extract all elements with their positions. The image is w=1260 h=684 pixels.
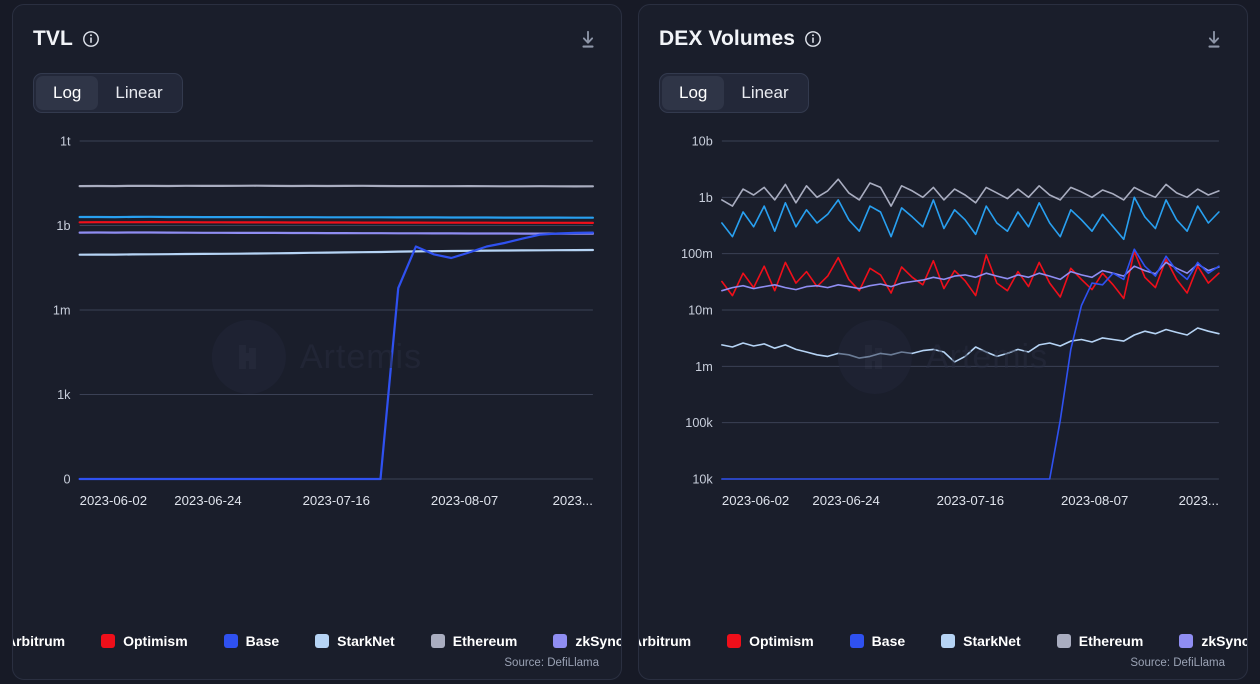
page-title: TVL — [33, 27, 73, 50]
toggle-log[interactable]: Log — [662, 76, 725, 110]
x-tick-label: 2023-06-24 — [812, 493, 879, 508]
y-tick-label: 10k — [692, 473, 713, 487]
legend-swatch — [849, 633, 864, 648]
series-line-base — [78, 231, 595, 481]
series-line-optimism — [78, 221, 595, 224]
source-label: Source: DefiLlama — [1130, 657, 1225, 669]
y-tick-label: 10m — [688, 304, 713, 318]
page-title: DEX Volumes — [659, 27, 796, 50]
scale-toggle-dex[interactable]: Log Linear — [659, 73, 809, 113]
legend-item-zksync-era[interactable]: zkSync Era — [1179, 630, 1248, 651]
legend-label: Optimism — [749, 632, 814, 649]
dashboard-root: TVL Log Linear Artemis 1t 1b 1m 1k 0 2023-06-… — [0, 0, 1260, 684]
legend-swatch — [727, 633, 742, 648]
legend-item-starknet[interactable]: StarkNet — [315, 630, 395, 651]
y-tick-label: 0 — [63, 473, 70, 487]
legend-swatch — [553, 633, 568, 648]
legend-swatch — [101, 633, 116, 648]
legend-item-ethereum[interactable]: Ethereum — [430, 630, 518, 651]
legend-label: Base — [871, 632, 906, 649]
legend-label: StarkNet — [963, 632, 1021, 649]
dex-volumes-plot: Artemis 10b 1b 100m 10m 1m 100k 10k 2023-06-02 2… — [659, 127, 1227, 628]
series-line-starknet — [721, 327, 1220, 363]
x-tick-label: 2023-06-02 — [80, 493, 147, 508]
toggle-linear[interactable]: Linear — [724, 76, 805, 110]
x-tick-label: 2023... — [1179, 493, 1219, 508]
info-icon[interactable] — [82, 30, 100, 48]
legend-item-zksync-era[interactable]: zkSync Era — [553, 630, 622, 651]
y-tick-label: 1k — [57, 388, 71, 402]
series-line-ethereum — [78, 184, 595, 188]
legend-swatch — [315, 633, 330, 648]
legend-item-starknet[interactable]: StarkNet — [941, 630, 1021, 651]
y-tick-label: 1t — [60, 135, 71, 149]
legend-swatch — [1179, 633, 1194, 648]
card-header: TVL — [33, 27, 601, 53]
legend-label: zkSync Era — [575, 632, 622, 649]
legend-label: zkSync Era — [1201, 632, 1248, 649]
legend-label: Optimism — [123, 632, 188, 649]
toggle-log[interactable]: Log — [36, 76, 99, 110]
series-line-ethereum — [721, 178, 1220, 207]
legend-item-base[interactable]: Base — [223, 630, 280, 651]
legend-item-arbitrum[interactable]: Arbitrum — [13, 630, 66, 651]
title-row: DEX Volumes — [659, 27, 822, 51]
legend-label: Ethereum — [452, 632, 518, 649]
legend-item-optimism[interactable]: Optimism — [727, 630, 814, 651]
y-tick-label: 1m — [695, 360, 713, 374]
y-tick-label: 1b — [699, 191, 713, 205]
tvl-card: TVL Log Linear Artemis 1t 1b 1m 1k 0 2023-06-… — [12, 4, 622, 680]
toggle-linear[interactable]: Linear — [98, 76, 179, 110]
scale-toggle-tvl[interactable]: Log Linear — [33, 73, 183, 113]
y-tick-label: 100m — [681, 247, 713, 261]
y-tick-label: 1b — [56, 219, 70, 233]
legend-item-arbitrum[interactable]: Arbitrum — [639, 630, 692, 651]
source-label: Source: DefiLlama — [504, 657, 599, 669]
tvl-legend: Arbitrum Optimism Base StarkNet Ethereum zkSy… — [13, 630, 621, 651]
dex-volumes-chart-svg[interactable]: 10b 1b 100m 10m 1m 100k 10k 2023-06-02 2023-06-2… — [659, 127, 1227, 523]
series-line-starknet — [78, 248, 595, 256]
legend-label: Ethereum — [1078, 632, 1144, 649]
x-tick-label: 2023... — [553, 493, 593, 508]
tvl-chart-svg[interactable]: 1t 1b 1m 1k 0 2023-06-02 2023-06-24 2023-07-16 2… — [33, 127, 601, 523]
x-tick-label: 2023-08-07 — [431, 493, 498, 508]
legend-label: Base — [245, 632, 280, 649]
download-icon[interactable] — [1201, 27, 1227, 53]
y-tick-label: 1m — [53, 304, 71, 318]
y-tick-label: 100k — [685, 416, 713, 430]
legend-swatch — [223, 633, 238, 648]
legend-item-ethereum[interactable]: Ethereum — [1056, 630, 1144, 651]
legend-label: Arbitrum — [13, 632, 66, 649]
series-line-arbitrum — [721, 196, 1220, 241]
title-row: TVL — [33, 27, 100, 51]
download-icon[interactable] — [575, 27, 601, 53]
x-tick-label: 2023-06-24 — [174, 493, 241, 508]
x-tick-label: 2023-06-02 — [722, 493, 789, 508]
card-header: DEX Volumes — [659, 27, 1227, 53]
tvl-plot: Artemis 1t 1b 1m 1k 0 2023-06-02 2023-06-24 202… — [33, 127, 601, 628]
series-line-arbitrum — [78, 215, 595, 219]
legend-label: StarkNet — [337, 632, 395, 649]
series-line-zksync-era — [78, 231, 595, 235]
dex-volumes-card: DEX Volumes Log Linear Artemis 10b 1b 100m… — [638, 4, 1248, 680]
x-tick-label: 2023-07-16 — [303, 493, 370, 508]
x-tick-label: 2023-08-07 — [1061, 493, 1128, 508]
legend-label: Arbitrum — [639, 632, 692, 649]
legend-swatch — [1056, 633, 1071, 648]
legend-item-optimism[interactable]: Optimism — [101, 630, 188, 651]
dex-volumes-legend: Arbitrum Optimism Base StarkNet Ethereum zkSy… — [639, 630, 1247, 651]
series-line-optimism — [721, 250, 1220, 300]
legend-swatch — [430, 633, 445, 648]
y-tick-label: 10b — [692, 135, 713, 149]
legend-item-base[interactable]: Base — [849, 630, 906, 651]
info-icon[interactable] — [804, 30, 822, 48]
x-tick-label: 2023-07-16 — [937, 493, 1004, 508]
legend-swatch — [941, 633, 956, 648]
